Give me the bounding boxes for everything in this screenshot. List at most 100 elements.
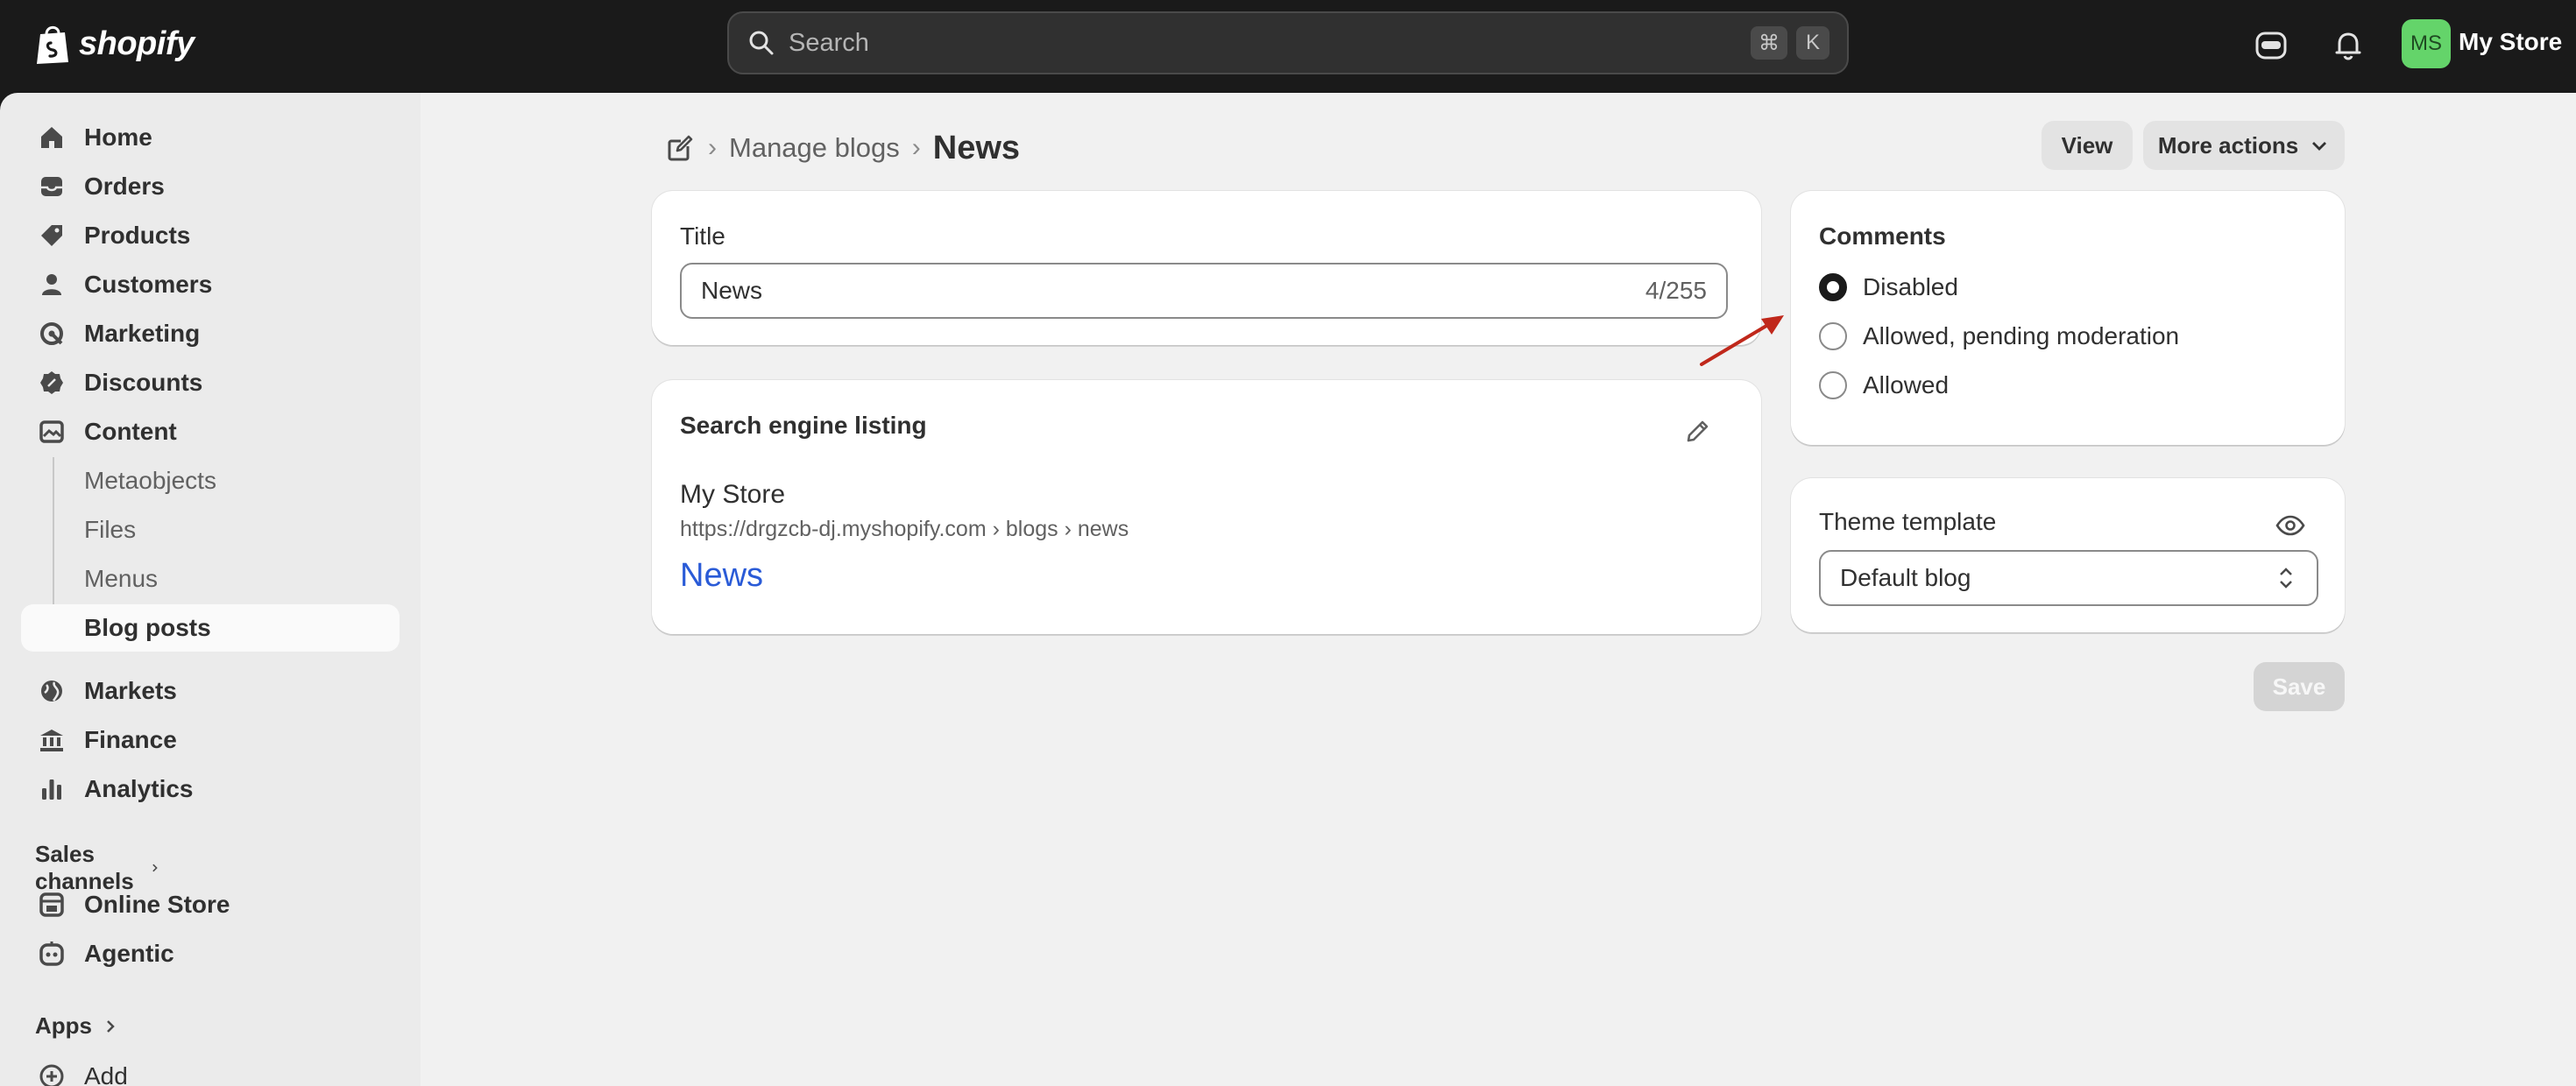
blog-edit-icon[interactable]	[664, 132, 696, 164]
seo-heading: Search engine listing	[680, 412, 927, 439]
chevron-down-icon	[2312, 142, 2327, 151]
theme-template-select[interactable]: Default blog	[1819, 550, 2318, 606]
chevron-right-icon	[107, 1019, 115, 1033]
radio-label: Allowed, pending moderation	[1863, 322, 2180, 349]
comments-card: Comments Disabled Allowed, pending moder…	[1791, 191, 2345, 445]
sidebar-item-label: Finance	[84, 726, 177, 753]
chevron-right-icon	[152, 864, 159, 872]
plus-circle-icon	[39, 1064, 64, 1086]
more-actions-button[interactable]: More actions	[2143, 121, 2345, 170]
pencil-icon[interactable]	[1682, 417, 1712, 447]
avatar[interactable]: MS	[2402, 19, 2451, 68]
comments-heading: Comments	[1819, 222, 1946, 250]
sidebar-item-customers[interactable]: Customers	[21, 261, 400, 308]
sidebar-item-label: Menus	[84, 565, 159, 592]
title-label: Title	[680, 222, 725, 250]
search-icon	[749, 31, 774, 55]
sidekick-icon[interactable]	[2252, 26, 2290, 65]
breadcrumb: › Manage blogs › News	[664, 124, 1020, 172]
top-bar: shopify Search ⌘ K MS My Store	[0, 0, 2576, 93]
shopify-logo[interactable]: shopify	[33, 19, 195, 68]
sidebar-item-markets[interactable]: Markets	[21, 667, 400, 715]
sidebar-item-marketing[interactable]: Marketing	[21, 310, 400, 357]
title-card: Title News 4/255	[652, 191, 1761, 345]
sidebar-item-finance[interactable]: Finance	[21, 716, 400, 764]
radio-disabled[interactable]: Disabled	[1819, 273, 1958, 301]
bell-icon[interactable]	[2329, 26, 2367, 65]
sidebar-item-label: Blog posts	[84, 614, 211, 641]
sidebar-item-label: Orders	[84, 173, 165, 200]
apps-header[interactable]: Apps	[35, 1012, 118, 1040]
tag-icon	[41, 225, 62, 246]
globe-icon	[41, 681, 62, 702]
shortcut-k-key: K	[1796, 26, 1829, 60]
save-button[interactable]: Save	[2254, 662, 2345, 711]
sidebar-item-label: Customers	[84, 271, 213, 298]
view-button-label: View	[2061, 131, 2113, 159]
shopify-wordmark: shopify	[79, 25, 195, 62]
sidebar-item-label: Discounts	[84, 369, 203, 396]
store-icon	[39, 892, 64, 917]
apps-label: Apps	[35, 1012, 92, 1039]
home-icon	[41, 127, 62, 148]
breadcrumb-separator: ›	[708, 133, 717, 162]
radio-allowed[interactable]: Allowed	[1819, 371, 1949, 399]
sidebar-item-discounts[interactable]: Discounts	[21, 359, 400, 406]
sidebar-item-products[interactable]: Products	[21, 212, 400, 259]
title-value: News	[701, 277, 763, 304]
shopify-bag-icon	[37, 25, 68, 64]
sidebar-item-label: Marketing	[84, 320, 201, 347]
seo-url: https://drgzcb-dj.myshopify.com › blogs …	[680, 517, 1129, 541]
inbox-icon	[41, 177, 62, 196]
main-content: › Manage blogs › News View More actions …	[421, 93, 2576, 1086]
seo-store-name: My Store	[680, 480, 786, 509]
sidebar-item-label: Analytics	[84, 775, 194, 802]
radio-button[interactable]	[1819, 371, 1847, 399]
sidebar-item-label: Content	[84, 418, 177, 445]
seo-card: Search engine listing My Store https://d…	[652, 380, 1761, 634]
breadcrumb-separator: ›	[911, 133, 921, 162]
sidebar-item-label: Files	[84, 516, 137, 543]
search-bar[interactable]: Search ⌘ K	[727, 11, 1849, 74]
sidebar-item-online-store[interactable]: Online Store	[21, 881, 400, 928]
radio-label: Disabled	[1863, 273, 1958, 300]
sidebar-item-label: Metaobjects	[84, 467, 216, 494]
sidebar-item-analytics[interactable]: Analytics	[21, 765, 400, 813]
breadcrumb-manage-blogs[interactable]: Manage blogs	[729, 132, 900, 164]
sidebar-item-files[interactable]: Files	[21, 506, 400, 554]
sidebar-item-menus[interactable]: Menus	[21, 555, 400, 603]
person-icon	[42, 274, 61, 295]
sidebar-item-blog-posts[interactable]: Blog posts	[21, 604, 400, 652]
save-button-label: Save	[2272, 673, 2326, 700]
sidebar-item-label: Online Store	[84, 891, 230, 918]
search-input[interactable]: Search	[789, 29, 1742, 58]
sidebar-item-label: Agentic	[84, 940, 174, 967]
sidebar-item-orders[interactable]: Orders	[21, 163, 400, 210]
sidebar-item-agentic[interactable]: Agentic	[21, 930, 400, 977]
theme-template-value: Default blog	[1840, 564, 1971, 591]
target-icon	[40, 322, 63, 345]
annotation-arrow-icon	[1700, 315, 1784, 366]
sidebar-item-label: Add	[84, 1062, 128, 1086]
bar-chart-icon	[42, 779, 61, 800]
page-title: News	[932, 129, 1021, 166]
title-input[interactable]: News 4/255	[680, 263, 1728, 319]
sidebar-item-home[interactable]: Home	[21, 114, 400, 161]
select-arrows-icon	[2280, 568, 2292, 589]
sidebar-item-metaobjects[interactable]: Metaobjects	[21, 457, 400, 504]
sidebar-item-label: Markets	[84, 677, 177, 704]
theme-template-label: Theme template	[1819, 508, 1997, 535]
radio-button[interactable]	[1819, 273, 1847, 301]
radio-button[interactable]	[1819, 322, 1847, 350]
radio-label: Allowed	[1863, 371, 1950, 398]
sidebar-item-content[interactable]: Content	[21, 408, 400, 455]
more-actions-label: More actions	[2157, 131, 2299, 159]
sidebar-item-add[interactable]: Add	[21, 1053, 400, 1086]
eye-icon[interactable]	[2275, 510, 2306, 541]
view-button[interactable]: View	[2042, 121, 2133, 170]
store-name[interactable]: My Store	[2459, 28, 2562, 56]
radio-allowed-pending[interactable]: Allowed, pending moderation	[1819, 322, 2179, 350]
image-content-icon	[39, 420, 64, 443]
sidebar-item-label: Home	[84, 123, 152, 151]
discount-icon	[40, 371, 63, 394]
